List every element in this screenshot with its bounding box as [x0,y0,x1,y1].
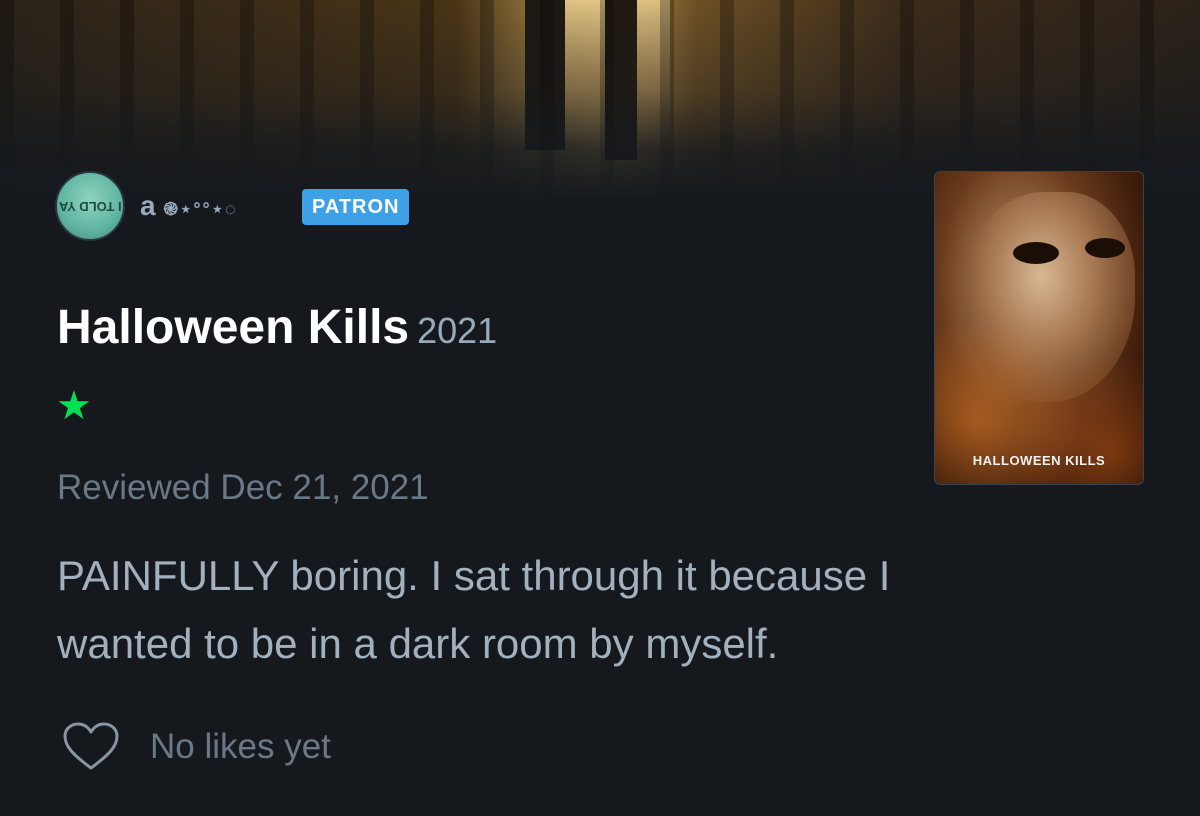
avatar[interactable]: I TOLD YA [55,171,125,241]
reviewed-date: Reviewed Dec 21, 2021 [57,468,429,507]
film-year[interactable]: 2021 [417,310,497,351]
backdrop-banner [0,0,1200,200]
username[interactable]: a ֎⋆°°⋆◌ [140,190,238,222]
film-title[interactable]: Halloween Kills [57,301,409,354]
review-text: PAINFULLY boring. I sat through it becau… [57,552,891,667]
patron-badge: PATRON [302,189,410,225]
avatar-text: I TOLD YA [58,199,122,214]
heart-icon[interactable] [62,722,120,772]
username-decoration: ֎⋆°°⋆◌ [163,199,238,219]
film-poster[interactable]: HALLOWEEN KILLS [934,171,1144,485]
film-heading: Halloween Kills 2021 [57,300,497,355]
poster-title: HALLOWEEN KILLS [972,453,1106,468]
rating-stars: ★ [56,384,92,428]
username-text: a [140,190,156,221]
likes-row: No likes yet [62,722,331,772]
poster-embers [935,172,1143,484]
backdrop-fade [0,0,1200,200]
likes-count: No likes yet [150,727,331,766]
